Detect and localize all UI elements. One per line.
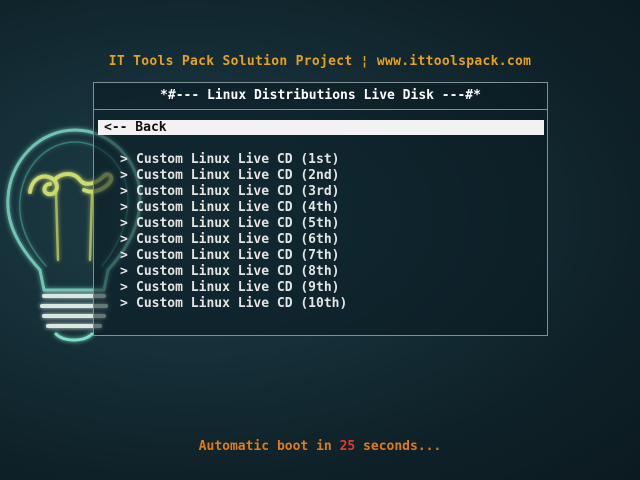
chevron-right-icon: > [120, 280, 128, 295]
chevron-right-icon: > [120, 168, 128, 183]
chevron-right-icon: > [120, 248, 128, 263]
countdown-suffix: seconds... [355, 439, 442, 454]
menu-item-label: Custom Linux Live CD (3rd) [136, 184, 340, 199]
menu-divider [94, 109, 547, 110]
chevron-right-icon: > [120, 152, 128, 167]
chevron-right-icon: > [120, 200, 128, 215]
menu-item-label: Custom Linux Live CD (1st) [136, 152, 340, 167]
countdown-prefix: Automatic boot in [198, 439, 340, 454]
menu-item-7[interactable]: > Custom Linux Live CD (7th) [98, 248, 544, 263]
header-banner: IT Tools Pack Solution Project ¦ www.itt… [108, 54, 532, 69]
menu-item-2[interactable]: > Custom Linux Live CD (2nd) [98, 168, 544, 183]
menu-item-back[interactable]: <-- Back [98, 120, 544, 135]
menu-item-label: Custom Linux Live CD (7th) [136, 248, 340, 263]
menu-item-label: Custom Linux Live CD (4th) [136, 200, 340, 215]
menu-item-label: Custom Linux Live CD (9th) [136, 280, 340, 295]
menu-item-10[interactable]: > Custom Linux Live CD (10th) [98, 296, 544, 311]
menu-item-label: Custom Linux Live CD (8th) [136, 264, 340, 279]
menu-item-9[interactable]: > Custom Linux Live CD (9th) [98, 280, 544, 295]
countdown-seconds: 25 [339, 439, 356, 454]
menu-item-label: Custom Linux Live CD (6th) [136, 232, 340, 247]
menu-item-6[interactable]: > Custom Linux Live CD (6th) [98, 232, 544, 247]
menu-item-label: Custom Linux Live CD (2nd) [136, 168, 340, 183]
chevron-right-icon: > [120, 184, 128, 199]
chevron-right-icon: > [120, 264, 128, 279]
chevron-right-icon: > [120, 216, 128, 231]
chevron-right-icon: > [120, 296, 128, 311]
menu-title: *#--- Linux Distributions Live Disk ---#… [160, 88, 481, 103]
auto-boot-countdown: Automatic boot in 25 seconds... [0, 439, 640, 454]
menu-item-label: Custom Linux Live CD (5th) [136, 216, 340, 231]
boot-menu: *#--- Linux Distributions Live Disk ---#… [93, 82, 548, 336]
menu-item-4[interactable]: > Custom Linux Live CD (4th) [98, 200, 544, 215]
menu-item-8[interactable]: > Custom Linux Live CD (8th) [98, 264, 544, 279]
menu-item-label: Custom Linux Live CD (10th) [136, 296, 348, 311]
menu-item-1[interactable]: > Custom Linux Live CD (1st) [98, 152, 544, 167]
chevron-right-icon: > [120, 232, 128, 247]
menu-item-5[interactable]: > Custom Linux Live CD (5th) [98, 216, 544, 231]
menu-item-3[interactable]: > Custom Linux Live CD (3rd) [98, 184, 544, 199]
